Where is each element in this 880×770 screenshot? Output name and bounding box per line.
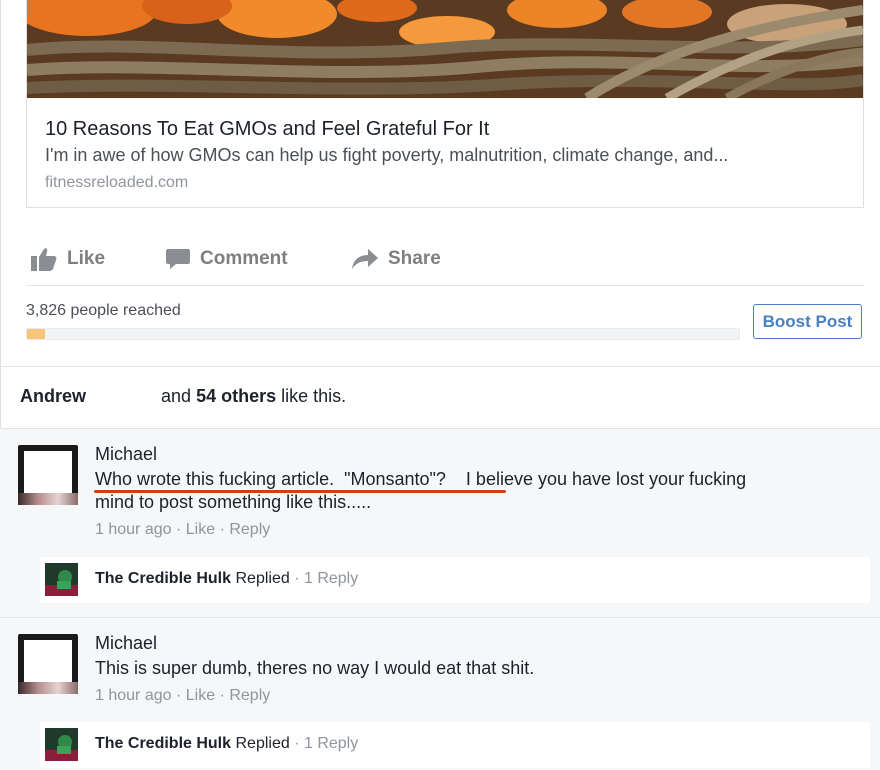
comment-time[interactable]: 1 hour ago bbox=[95, 521, 172, 538]
comment-reply-link[interactable]: Reply bbox=[229, 521, 270, 538]
link-preview-card[interactable]: 10 Reasons To Eat GMOs and Feel Grateful… bbox=[26, 0, 864, 208]
comment-label: Comment bbox=[200, 248, 288, 269]
comment-text-continued: mind to post something like this..... bbox=[95, 492, 372, 512]
reply-count-link[interactable]: 1 Reply bbox=[304, 570, 358, 587]
comment-button[interactable]: Comment bbox=[166, 246, 288, 272]
liker-name[interactable]: Andrew bbox=[20, 386, 86, 406]
likes-suffix: like this. bbox=[281, 386, 347, 406]
share-arrow-icon bbox=[352, 249, 378, 269]
avatar[interactable] bbox=[18, 445, 78, 505]
reply-summary-row[interactable]: The Credible Hulk Replied · 1 Reply bbox=[40, 722, 870, 768]
reply-summary: The Credible Hulk Replied · 1 Reply bbox=[95, 570, 358, 588]
reach-progress-bar bbox=[26, 328, 740, 340]
comment-text: Who wrote this fucking article. "Monsant… bbox=[95, 469, 747, 489]
reply-author[interactable]: The Credible Hulk bbox=[95, 735, 231, 752]
likes-and: and bbox=[161, 386, 192, 406]
comment-author[interactable]: Michael bbox=[95, 633, 157, 654]
boost-post-button[interactable]: Boost Post bbox=[753, 304, 862, 339]
comment-meta: 1 hour ago · Like · Reply bbox=[95, 687, 270, 705]
separator: · bbox=[294, 735, 300, 752]
facebook-post: 10 Reasons To Eat GMOs and Feel Grateful… bbox=[0, 0, 880, 770]
post-action-bar: Like Comment Share bbox=[26, 226, 864, 286]
comment-meta: 1 hour ago · Like · Reply bbox=[95, 521, 270, 539]
link-description: I'm in awe of how GMOs can help us fight… bbox=[45, 145, 729, 165]
link-text[interactable]: 10 Reasons To Eat GMOs and Feel Grateful… bbox=[45, 117, 845, 194]
reply-author[interactable]: The Credible Hulk bbox=[95, 570, 231, 587]
reply-action: Replied bbox=[235, 570, 290, 587]
separator: · bbox=[219, 687, 225, 704]
link-domain: fitnessreloaded.com bbox=[45, 174, 189, 191]
thumbs-up-icon bbox=[31, 248, 57, 271]
comment-reply-link[interactable]: Reply bbox=[229, 687, 270, 704]
comment-like-link[interactable]: Like bbox=[186, 687, 215, 704]
comment-author[interactable]: Michael bbox=[95, 444, 157, 465]
link-title[interactable]: 10 Reasons To Eat GMOs and Feel Grateful… bbox=[45, 117, 845, 141]
share-label: Share bbox=[388, 248, 441, 269]
separator: · bbox=[175, 521, 182, 538]
reply-summary: The Credible Hulk Replied · 1 Reply bbox=[95, 735, 358, 753]
hulk-avatar bbox=[45, 728, 78, 761]
like-label: Like bbox=[67, 248, 106, 269]
reply-count-link[interactable]: 1 Reply bbox=[304, 735, 358, 752]
separator: · bbox=[294, 570, 300, 587]
speech-bubble-icon bbox=[166, 249, 190, 269]
carrots-basket-image[interactable] bbox=[27, 0, 863, 98]
comment-text: This is super dumb, theres no way I woul… bbox=[95, 658, 535, 678]
likes-others-link[interactable]: 54 others bbox=[196, 386, 276, 406]
reach-progress-fill bbox=[27, 329, 45, 339]
separator: · bbox=[219, 521, 225, 538]
reply-summary-row[interactable]: The Credible Hulk Replied · 1 Reply bbox=[40, 557, 870, 603]
divider bbox=[0, 366, 880, 367]
reply-action: Replied bbox=[235, 735, 290, 752]
people-reached: 3,826 people reached bbox=[26, 302, 181, 319]
like-button[interactable]: Like bbox=[31, 246, 105, 272]
separator: · bbox=[175, 687, 182, 704]
comment-like-link[interactable]: Like bbox=[186, 521, 215, 538]
share-button[interactable]: Share bbox=[352, 246, 441, 272]
hulk-avatar bbox=[45, 563, 78, 596]
avatar[interactable] bbox=[18, 634, 78, 694]
likes-summary: Andrew and 54 others like this. bbox=[20, 386, 346, 407]
comment-time[interactable]: 1 hour ago bbox=[95, 687, 172, 704]
